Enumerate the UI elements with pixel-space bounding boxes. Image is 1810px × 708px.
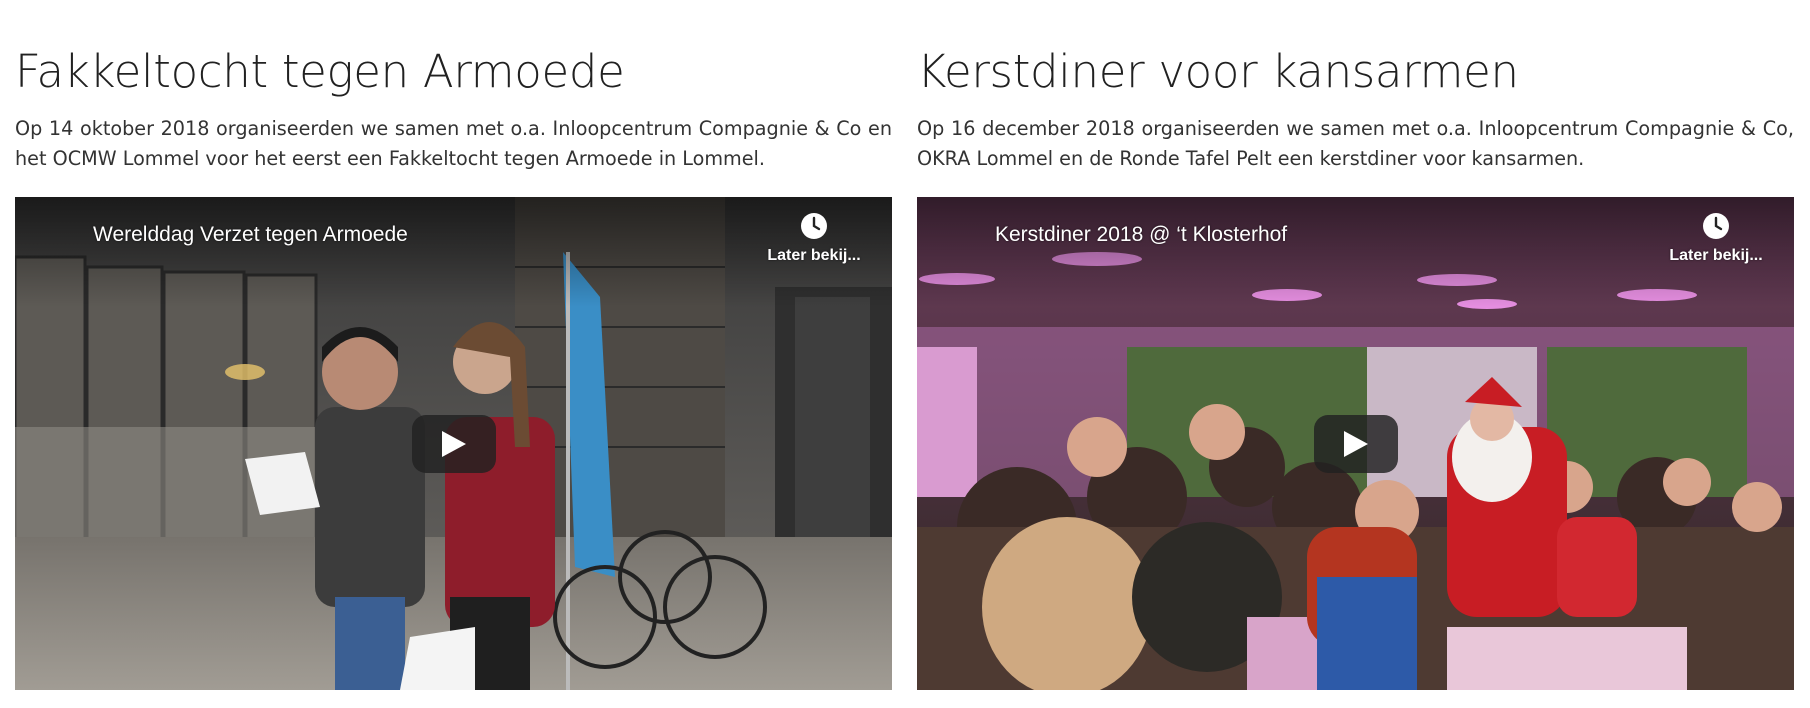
watch-later-label: Later bekij...: [767, 247, 861, 264]
article-title: Fakkeltocht tegen Armoede: [15, 45, 625, 98]
watch-later-button[interactable]: Later bekij...: [764, 211, 864, 265]
article-title: Kerstdiner voor kansarmen: [917, 45, 1519, 98]
play-button[interactable]: [411, 414, 496, 473]
watch-later-button[interactable]: Later bekij...: [1666, 211, 1766, 265]
video-title[interactable]: Kerstdiner 2018 @ ‘t Klosterhof: [995, 223, 1287, 247]
clock-icon: [1703, 213, 1729, 239]
play-button[interactable]: [1313, 414, 1398, 473]
play-icon: [441, 430, 466, 457]
clock-icon: [801, 213, 827, 239]
video-embed-werelddag[interactable]: Werelddag Verzet tegen Armoede Later bek…: [15, 197, 892, 690]
video-title[interactable]: Werelddag Verzet tegen Armoede: [93, 223, 408, 247]
play-icon: [1343, 430, 1368, 457]
watch-later-label: Later bekij...: [1669, 247, 1763, 264]
article-description: Op 16 december 2018 organiseerden we sam…: [917, 117, 1794, 170]
video-embed-kerstdiner[interactable]: Kerstdiner 2018 @ ‘t Klosterhof Later be…: [917, 197, 1794, 690]
article-description: Op 14 oktober 2018 organiseerden we same…: [15, 117, 892, 170]
